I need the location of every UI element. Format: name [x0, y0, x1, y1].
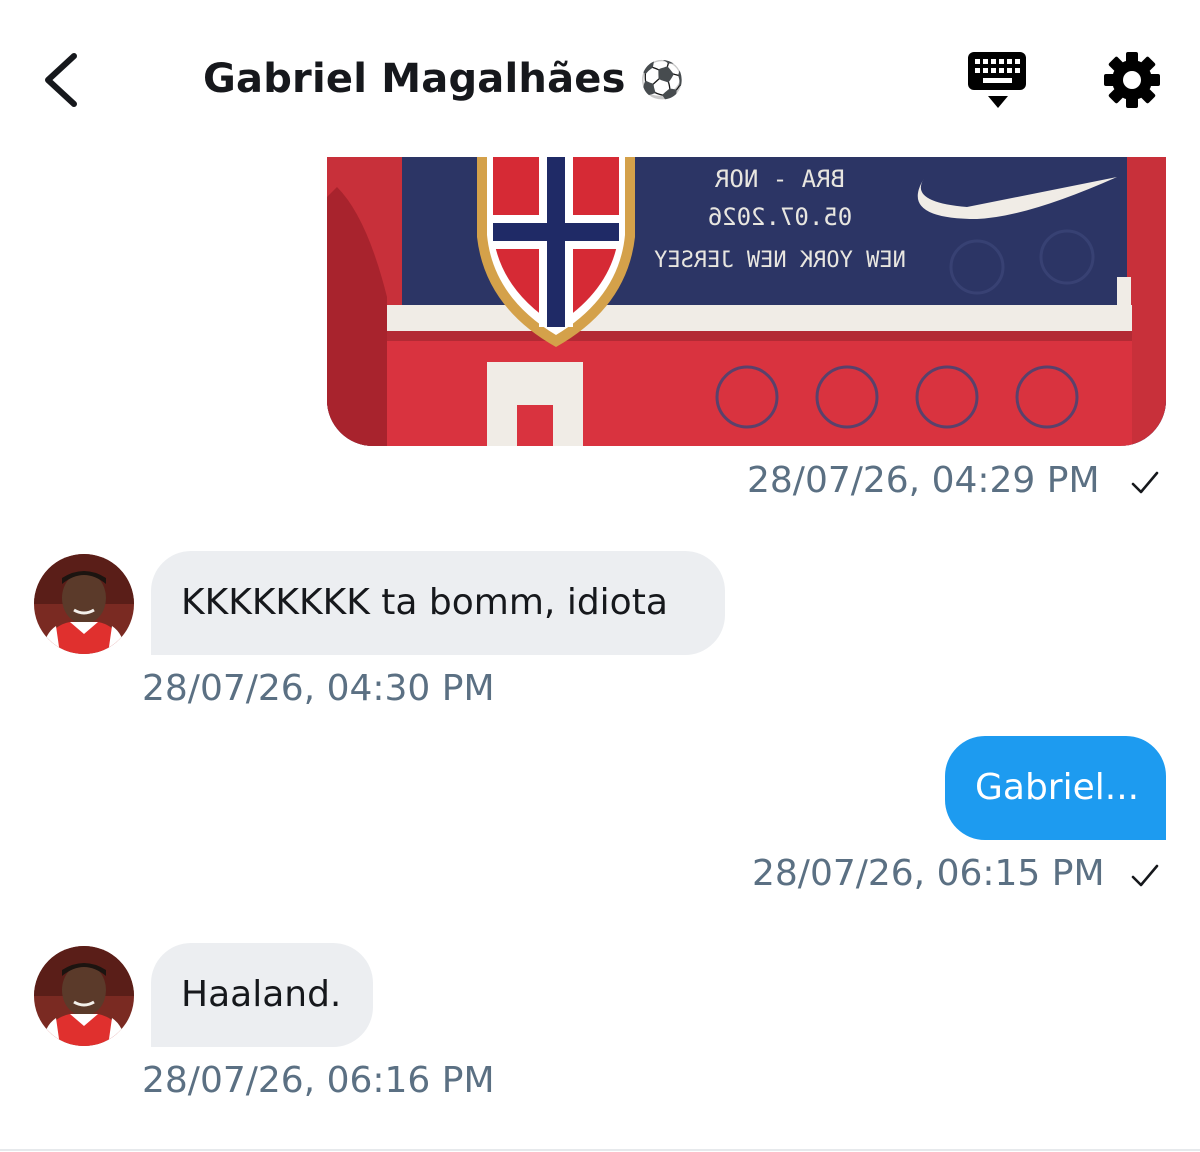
composer-divider: [0, 1149, 1200, 1151]
message-timestamp: 28/07/26, 06:16 PM: [142, 1060, 495, 1101]
keyboard-icon: [968, 52, 1026, 108]
sent-message-bubble[interactable]: Gabriel...: [945, 736, 1166, 840]
jersey-text-line-1: BRA - NOR: [714, 165, 845, 193]
contact-name: Gabriel Magalhães: [203, 56, 626, 102]
soccer-ball-icon: ⚽: [639, 60, 685, 101]
jersey-photo: BRA - NOR 05.07.2026 NEW YORK NEW JERSEY: [327, 157, 1166, 446]
gear-icon: [1104, 52, 1160, 108]
settings-button[interactable]: [1100, 50, 1164, 110]
back-button[interactable]: [36, 50, 92, 110]
conversation-title[interactable]: Gabriel Magalhães ⚽: [203, 56, 685, 102]
jersey-text-line-2: 05.07.2026: [708, 203, 853, 231]
sent-check-icon: [1130, 863, 1160, 889]
message-timestamp: 28/07/26, 06:15 PM: [752, 853, 1105, 894]
avatar[interactable]: [34, 946, 134, 1046]
received-message-bubble[interactable]: KKKKKKKK ta bomm, idiota: [151, 551, 725, 655]
message-timestamp: 28/07/26, 04:30 PM: [142, 668, 495, 709]
message-timestamp: 28/07/26, 04:29 PM: [747, 460, 1100, 501]
chevron-left-icon: [45, 53, 77, 107]
avatar[interactable]: [34, 554, 134, 654]
keyboard-button[interactable]: [966, 50, 1030, 112]
jersey-text-line-3: NEW YORK NEW JERSEY: [654, 248, 906, 273]
conversation-header: Gabriel Magalhães ⚽: [0, 0, 1200, 150]
sent-image-message[interactable]: BRA - NOR 05.07.2026 NEW YORK NEW JERSEY: [327, 157, 1166, 446]
sent-check-icon: [1130, 470, 1160, 496]
received-message-bubble[interactable]: Haaland.: [151, 943, 373, 1047]
